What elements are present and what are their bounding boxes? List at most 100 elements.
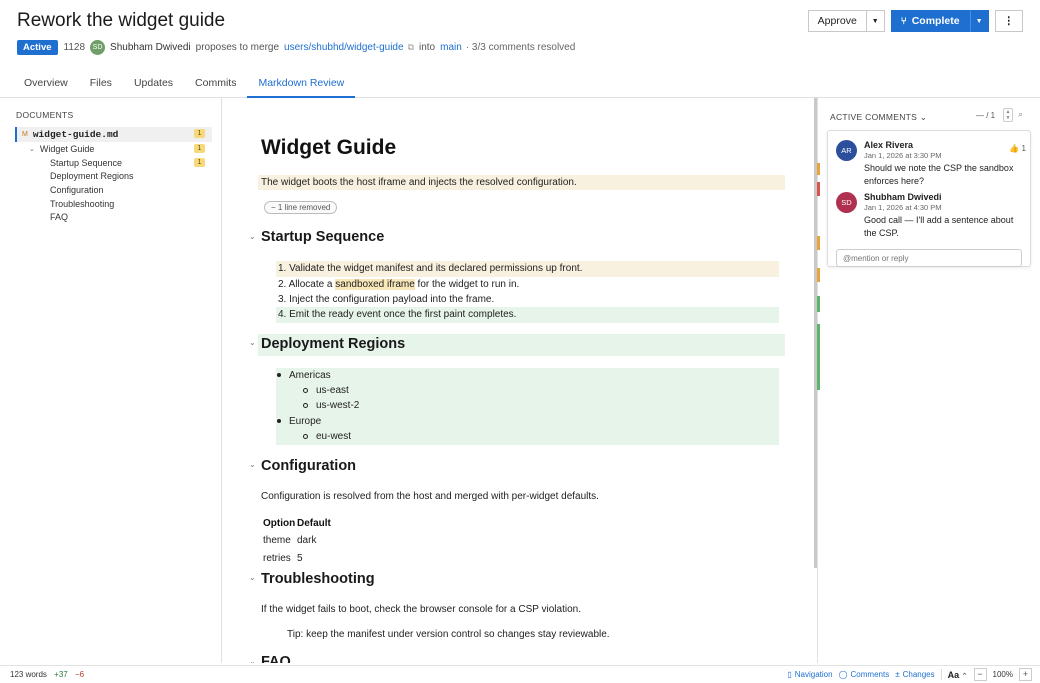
chevron-up-icon: ⌃ [961,672,968,680]
document-tree: M widget-guide.md 1 ⌄ Widget Guide 1 Sta… [15,127,212,224]
tip-blockquote[interactable]: Tip: keep the manifest under version con… [287,629,610,640]
avatar[interactable]: AR [836,140,857,161]
tree-item-widget-guide[interactable]: ⌄ Widget Guide 1 [15,142,212,156]
zoom-in-button[interactable]: + [1019,668,1032,681]
list-item-text: eu-west [316,431,352,442]
avatar[interactable]: SD [90,40,106,55]
tab-overview[interactable]: Overview [13,70,79,98]
collapse-chevron-icon[interactable]: ⌄ [249,338,256,347]
intro-paragraph[interactable]: The widget boots the host iframe and inj… [258,175,785,190]
tree-item-label: Startup Sequence [50,157,123,168]
tab-markdown-review[interactable]: Markdown Review [247,70,356,98]
comment-author[interactable]: Shubham Dwivedi [864,192,942,202]
tree-file-widget-guide[interactable]: M widget-guide.md 1 [15,127,212,142]
list-item[interactable]: eu-west [303,429,351,445]
troubleshooting-paragraph[interactable]: If the widget fails to boot, check the b… [261,604,581,615]
step-text: Emit the ready event once the first pain… [289,309,517,320]
status-actions: ▯ Navigation ◯ Comments ± Changes Aa ⌃ − 10… [787,668,1032,681]
collapse-chevron-icon[interactable]: ⌄ [249,573,256,582]
comments-heading[interactable]: ACTIVE COMMENTS ⌄ [830,112,927,123]
tab-updates[interactable]: Updates [123,70,184,98]
comments-label: Comments [850,670,890,679]
tab-files[interactable]: Files [79,70,123,98]
approve-group: Approve ▼ [807,10,885,32]
list-item-text: Europe [289,416,322,427]
navigation-toggle[interactable]: ▯ Navigation [787,670,832,679]
heading-deployment-regions: Deployment Regions [261,336,406,352]
merge-icon: ⑂ [900,15,907,27]
approve-dropdown-button[interactable]: ▼ [866,10,885,32]
removed-lines-pill[interactable]: − 1 line removed [264,201,338,214]
pr-header: Rework the widget guide Active 1128 SD S… [0,0,1040,70]
avatar[interactable]: SD [836,192,857,213]
sidebar-icon: ▯ [787,670,792,679]
step-4[interactable]: 4. Emit the ready event once the first p… [276,307,779,323]
complete-button[interactable]: ⑂ Complete [890,10,970,32]
comment-nav-stepper[interactable]: ▲ ▼ [1003,108,1013,122]
step-2[interactable]: 2. Allocate a sandboxed iframe for the w… [276,277,779,293]
bullet-icon [277,419,281,424]
tree-item-faq[interactable]: FAQ [15,210,212,224]
comment-count-badge: 1 [194,129,205,138]
step-number: 2. [278,279,287,290]
target-branch-link[interactable]: main [440,42,462,53]
proposes-text: proposes to merge [195,42,280,53]
markdown-preview[interactable]: Widget Guide The widget boots the host i… [221,98,818,663]
heading-startup-sequence: Startup Sequence [261,229,385,245]
comment-thread[interactable]: AR Alex Rivera Jan 1, 2026 at 3:30 PM Sh… [827,130,1031,267]
list-item[interactable]: us-east [303,383,349,399]
plus-minus-icon: ± [895,670,900,679]
source-branch-link[interactable]: users/shubhd/widget-guide [284,42,404,53]
header-actions: Approve ▼ ⑂ Complete ▼ ⋮ [807,10,1023,32]
tree-item-label: Configuration [50,184,104,195]
changes-toggle[interactable]: ± Changes [895,670,934,679]
heading-faq: FAQ [261,654,291,663]
tree-item-troubleshooting[interactable]: Troubleshooting [15,197,212,211]
search-icon[interactable]: ⌕ [1018,109,1023,120]
comments-resolved: · 3/3 comments resolved [465,42,576,53]
tree-item-label: Deployment Regions [50,171,134,182]
author-name[interactable]: Shubham Dwivedi [110,42,191,53]
table-cell: retries [263,553,291,564]
step-3[interactable]: 3. Inject the configuration payload into… [276,292,779,308]
collapse-chevron-icon[interactable]: ⌄ [249,460,256,469]
word-stats: 123 words +37 −6 [10,670,84,679]
chevron-down-icon[interactable]: ⌄ [29,145,35,153]
font-size-button[interactable]: Aa ⌃ [948,670,968,680]
collapse-chevron-icon[interactable]: ⌄ [249,232,256,241]
thumbs-up-reaction[interactable]: 👍 1 [1009,144,1026,153]
list-item[interactable]: Europe [277,414,321,430]
zoom-level: 100% [992,670,1013,679]
word-count: 123 words [10,670,47,679]
tab-commits[interactable]: Commits [184,70,247,98]
changed-text-highlight: sandboxed iframe [335,279,415,290]
table-cell: theme [263,535,291,546]
comment-author[interactable]: Alex Rivera [864,140,913,150]
collapse-chevron-icon[interactable]: ⌄ [249,657,256,663]
step-number: 3. [278,294,287,305]
chevron-down-icon[interactable]: ▼ [1006,115,1011,121]
step-text: Allocate a [288,279,336,290]
list-item[interactable]: us-west-2 [303,398,359,414]
lines-removed: −6 [74,670,85,679]
circle-bullet-icon [303,402,308,408]
tree-item-configuration[interactable]: Configuration [15,183,212,197]
circle-bullet-icon [303,433,308,439]
tree-item-startup-sequence[interactable]: Startup Sequence 1 [15,156,212,170]
tree-item-deployment-regions[interactable]: Deployment Regions [15,169,212,183]
comments-toggle[interactable]: ◯ Comments [839,670,890,679]
zoom-out-button[interactable]: − [973,668,987,681]
approve-button[interactable]: Approve [807,10,867,32]
doc-title: Widget Guide [261,136,397,159]
complete-dropdown-button[interactable]: ▼ [969,10,989,32]
reply-input[interactable] [836,249,1022,267]
comment-count-badge: 1 [194,144,205,153]
copy-icon[interactable]: ⧉ [408,42,414,53]
step-1[interactable]: 1. Validate the widget manifest and its … [276,261,779,277]
config-paragraph[interactable]: Configuration is resolved from the host … [261,491,599,502]
list-item[interactable]: Americas [277,368,331,384]
comment-count-badge: 1 [194,157,205,167]
chevron-down-icon: ▼ [871,17,879,25]
more-actions-button[interactable]: ⋮ [994,10,1023,32]
pr-id: 1128 [63,42,86,53]
